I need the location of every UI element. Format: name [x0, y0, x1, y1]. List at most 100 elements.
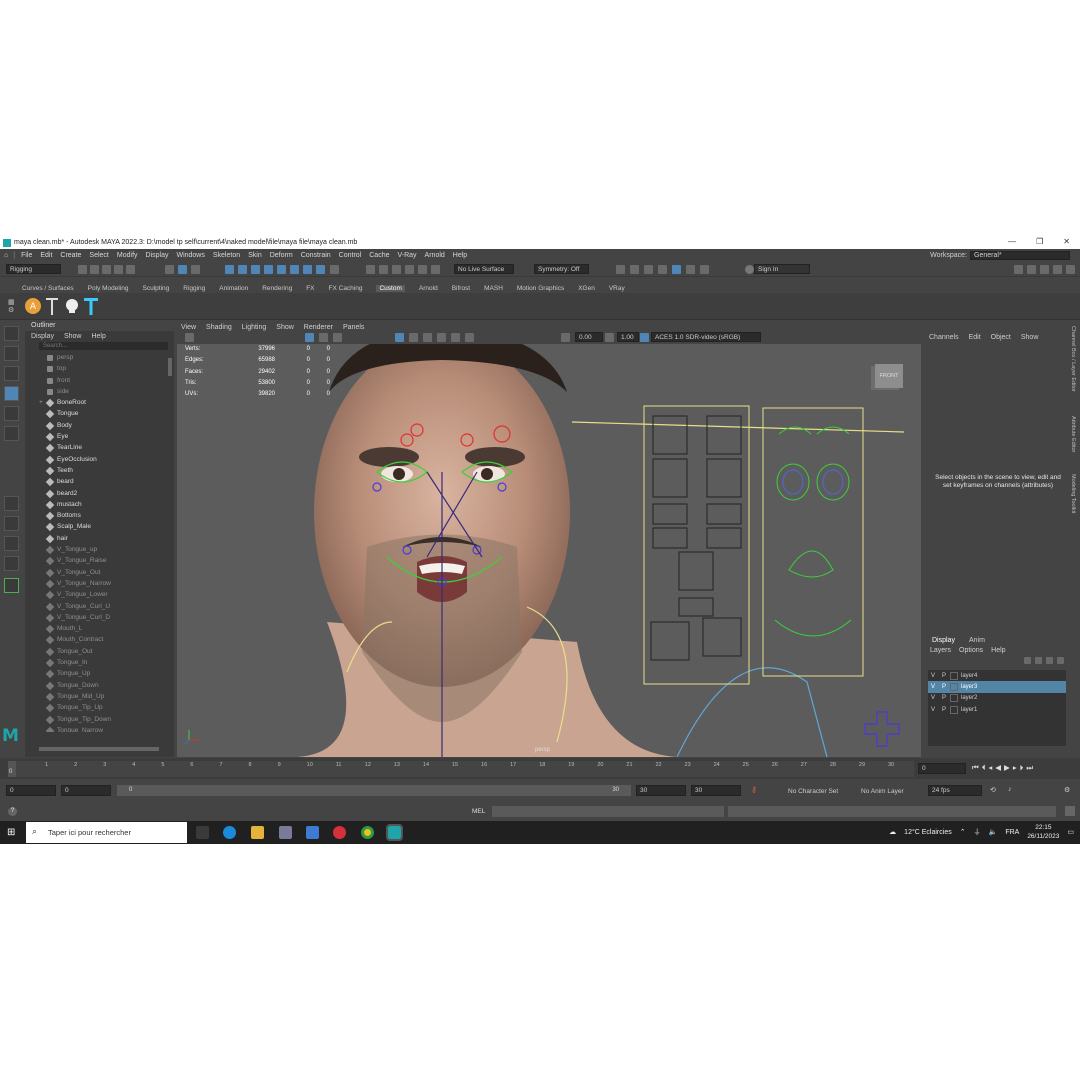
channelbox-menu-object[interactable]: Object [991, 334, 1011, 341]
menuset-dropdown[interactable]: Rigging [6, 264, 61, 274]
file-explorer-icon[interactable] [251, 826, 264, 839]
layer-move-up-icon[interactable] [1024, 657, 1031, 664]
vp-resolution-gate-icon[interactable] [333, 333, 342, 342]
new-scene-icon[interactable] [78, 265, 87, 274]
maximize-button[interactable]: ❐ [1036, 237, 1043, 246]
vp-gamma-field[interactable]: 1.00 [617, 332, 639, 342]
maya-taskbar-icon[interactable] [386, 824, 403, 841]
toggle-range-icon[interactable] [700, 265, 709, 274]
layer-visibility-toggle[interactable]: V [928, 695, 938, 701]
shelf-tab-curves-surfaces[interactable]: Curves / Surfaces [22, 285, 74, 292]
time-ruler[interactable]: 0 1 2 3 4 5 6 7 8 9 10 11 12 13 14 15 16 17 18 19 20 21 22 23 2… [8, 761, 914, 777]
outliner-item[interactable]: Tongue_Out [25, 646, 174, 657]
chrome-icon[interactable] [361, 826, 374, 839]
menu-arnold[interactable]: Arnold [425, 252, 445, 259]
shelf-tab-sculpting[interactable]: Sculpting [143, 285, 170, 292]
snap-point-icon[interactable] [251, 265, 260, 274]
outliner-item[interactable]: Tongue_Tip_Up [25, 702, 174, 713]
layer-row[interactable]: V P layer2 [928, 693, 1066, 704]
edge-icon[interactable] [223, 826, 236, 839]
layer-playback-toggle[interactable]: P [938, 695, 950, 701]
close-button[interactable]: ✕ [1063, 237, 1070, 246]
outliner-layout-icon[interactable] [4, 556, 19, 571]
outliner-item[interactable]: beard [25, 476, 174, 487]
outliner-item[interactable]: Tongue_Down [25, 680, 174, 691]
viewport-panel[interactable]: View Shading Lighting Show Renderer Pane… [177, 322, 921, 757]
render-view-icon[interactable] [418, 265, 427, 274]
outliner-item[interactable]: V_Tongue_up [25, 544, 174, 555]
outliner-menu-display[interactable]: Display [31, 333, 54, 340]
shelf-tab-arnold[interactable]: Arnold [419, 285, 438, 292]
snap-curve-icon[interactable] [238, 265, 247, 274]
outliner-item[interactable]: Tongue_In [25, 657, 174, 668]
redo-icon[interactable] [126, 265, 135, 274]
single-perspective-layout-icon[interactable] [4, 496, 19, 511]
layer-menu-help[interactable]: Help [991, 647, 1005, 654]
toggle-channelbox-icon[interactable] [658, 265, 667, 274]
outliner-item[interactable]: hair [25, 533, 174, 544]
shelf-tab-poly-modeling[interactable]: Poly Modeling [88, 285, 129, 292]
command-input[interactable] [492, 806, 724, 817]
layer-tab-display[interactable]: Display [932, 637, 955, 644]
move-tool-icon[interactable] [4, 386, 19, 401]
menu-skin[interactable]: Skin [248, 252, 262, 259]
side-tab-channel-box[interactable]: Channel Box / Layer Editor [1070, 326, 1076, 392]
new-layer-icon[interactable] [1046, 657, 1053, 664]
expand-icon[interactable]: + [39, 397, 43, 408]
vp-menu-lighting[interactable]: Lighting [242, 324, 267, 331]
outliner-item[interactable]: V_Tongue_Curl_U [25, 601, 174, 612]
select-object-icon[interactable] [178, 265, 187, 274]
taskbar-search-input[interactable]: Taper ici pour rechercher [26, 822, 187, 843]
channelbox-menu-show[interactable]: Show [1021, 334, 1039, 341]
menu-help[interactable]: Help [453, 252, 467, 259]
shelf-tab-fx-caching[interactable]: FX Caching [329, 285, 363, 292]
weather-text[interactable]: 12°C Eclaircies [904, 829, 952, 836]
layer-row[interactable]: V P layer4 [928, 670, 1066, 681]
vp-grid-icon[interactable] [305, 333, 314, 342]
outliner-item[interactable]: Mouth_L [25, 623, 174, 634]
outliner-item[interactable]: TearLine [25, 442, 174, 453]
vp-menu-renderer[interactable]: Renderer [304, 324, 333, 331]
lock-icon[interactable] [330, 265, 339, 274]
layer-row[interactable]: V P layer3 [928, 681, 1066, 693]
shelf-skull-icon[interactable] [66, 299, 78, 313]
shelf-joint-icon[interactable] [46, 298, 58, 315]
outliner-item[interactable]: V_Tongue_Lower [25, 589, 174, 600]
playback-settings-icon[interactable]: ⚙ [1064, 786, 1070, 794]
two-view-layout-icon[interactable] [4, 536, 19, 551]
playback-end-field[interactable]: 30 [636, 785, 686, 796]
step-forward-frame-icon[interactable]: ▸ [1013, 763, 1017, 773]
toggle-timeline-icon[interactable] [686, 265, 695, 274]
outliner-item[interactable]: V_Tongue_Out [25, 567, 174, 578]
outliner-item[interactable]: persp [25, 352, 174, 363]
layer-tab-anim[interactable]: Anim [969, 637, 985, 644]
go-to-start-icon[interactable]: ⏮ [972, 763, 979, 773]
layer-playback-toggle[interactable]: P [938, 707, 950, 713]
outliner-item[interactable]: mustach [25, 499, 174, 510]
vp-lights-icon[interactable] [437, 333, 446, 342]
network-icon[interactable]: ⏚ [974, 827, 981, 837]
undo-icon[interactable] [114, 265, 123, 274]
layer-row[interactable]: V P layer1 [928, 704, 1066, 715]
snap-grid-icon[interactable] [225, 265, 234, 274]
vp-colorspace-dropdown[interactable]: ACES 1.0 SDR-video (sRGB) [651, 332, 761, 342]
rotate-tool-icon[interactable] [4, 406, 19, 421]
store-icon[interactable] [279, 826, 292, 839]
ipr-render-icon[interactable] [379, 265, 388, 274]
channelbox-menu-channels[interactable]: Channels [929, 334, 959, 341]
shelf-tab-fx[interactable]: FX [306, 285, 314, 292]
vp-exposure-field[interactable]: 0.00 [575, 332, 603, 342]
menu-cache[interactable]: Cache [369, 252, 389, 259]
shelf-tab-motion-graphics[interactable]: Motion Graphics [517, 285, 564, 292]
layer-display-type[interactable] [950, 694, 958, 703]
shelf-tab-rigging[interactable]: Rigging [183, 285, 205, 292]
workspace-layout-icon[interactable] [1014, 265, 1023, 274]
current-frame-field[interactable]: 0 [918, 763, 966, 774]
shelf-tab-mash[interactable]: MASH [484, 285, 503, 292]
outliner-search-input[interactable]: Search... [39, 342, 168, 350]
open-scene-icon[interactable] [90, 265, 99, 274]
layer-display-type[interactable] [950, 682, 958, 691]
menu-display[interactable]: Display [146, 252, 169, 259]
menu-vray[interactable]: V-Ray [397, 252, 416, 259]
symmetry-dropdown[interactable]: Symmetry: Off [534, 264, 589, 274]
